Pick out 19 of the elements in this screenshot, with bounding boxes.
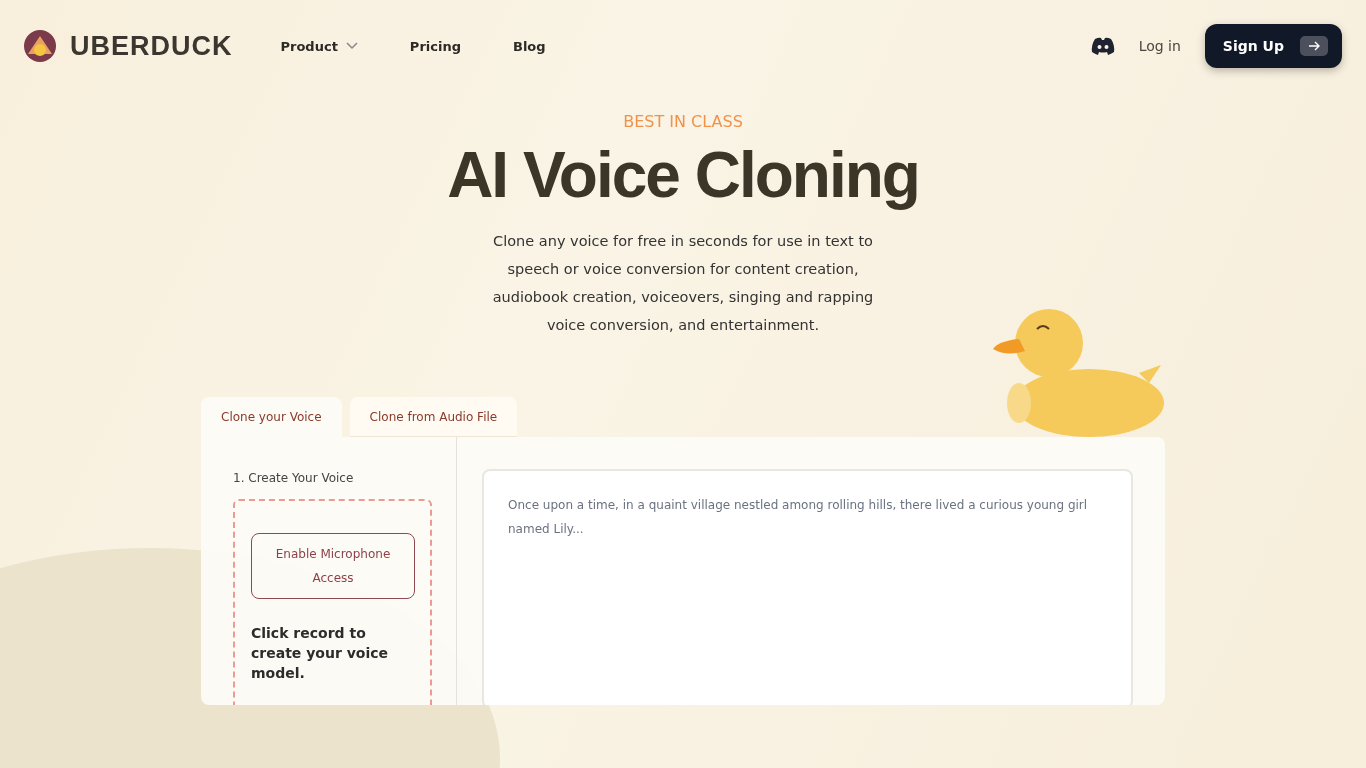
script-textarea[interactable]: Once upon a time, in a quaint village nestled among rolling hills, there lived a curious young girl named Lily... — [482, 469, 1133, 705]
nav-link[interactable]: Blog — [513, 38, 546, 54]
signup-button[interactable]: Sign Up — [1204, 24, 1342, 68]
hero-description: Clone any voice for free in seconds for use in text to speech or voice conversion for content creation, audiobook creation, voiceovers, singing and rapping voice conversion, and entertainment. — [491, 232, 875, 335]
discord-icon[interactable] — [1090, 37, 1115, 55]
record-instruction: Click record to create your voice model. — [251, 624, 390, 683]
step-label: 1. Create Your Voice — [233, 471, 355, 485]
nav-link[interactable]: Pricing — [409, 38, 461, 54]
duck-logo-icon — [24, 30, 56, 62]
eyebrow-text: BEST IN CLASS — [623, 112, 743, 131]
tab[interactable]: Clone your Voice — [201, 397, 342, 437]
chevron-down-icon — [345, 42, 358, 50]
arrow-right-icon — [1308, 41, 1320, 51]
enable-microphone-button[interactable]: Enable Microphone Access — [251, 533, 415, 599]
brand-name: UBERDUCK — [70, 30, 233, 62]
page-title: AI Voice Cloning — [447, 138, 919, 213]
login-link[interactable]: Log in — [1138, 38, 1181, 54]
nav-link[interactable]: Product — [280, 38, 358, 54]
tab[interactable]: Clone from Audio File — [349, 397, 518, 437]
